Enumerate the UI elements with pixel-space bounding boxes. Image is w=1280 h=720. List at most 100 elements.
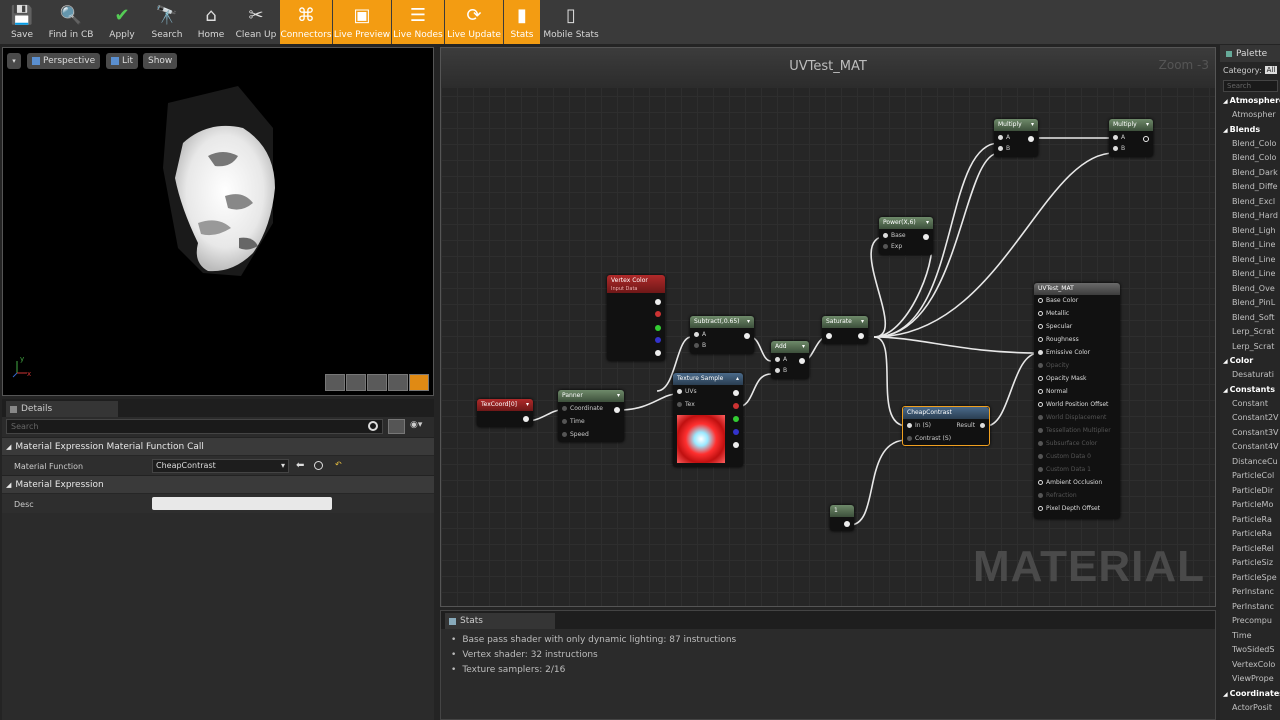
output-pin-a[interactable]	[655, 350, 661, 356]
input-pin[interactable]	[826, 333, 832, 339]
connectors-button[interactable]: ⌘ Connectors	[280, 0, 332, 44]
pin-base[interactable]: Base	[883, 232, 906, 239]
pin-b[interactable]: B	[775, 367, 787, 374]
palette-item[interactable]: Precompu	[1220, 614, 1280, 629]
palette-item[interactable]: ParticleRa	[1220, 527, 1280, 542]
power-node[interactable]: Power(X,6) ▾ Base Exp	[879, 217, 933, 255]
live-preview-button[interactable]: ▣ Live Preview	[333, 0, 391, 44]
output-pin-result[interactable]: Result	[957, 422, 985, 429]
vertex-color-node[interactable]: Vertex Color Input Data	[607, 275, 665, 361]
palette-item[interactable]: Blend_Colo	[1220, 151, 1280, 166]
output-pin-g[interactable]	[733, 416, 739, 422]
palette-group-header[interactable]: ◢ Coordinates	[1220, 687, 1280, 701]
apply-button[interactable]: ✔ Apply	[100, 0, 144, 44]
details-search-input[interactable]: Search	[6, 419, 383, 434]
palette-group-header[interactable]: ◢ Constants	[1220, 383, 1280, 397]
live-nodes-button[interactable]: ☰ Live Nodes	[392, 0, 444, 44]
palette-item[interactable]: Constant	[1220, 397, 1280, 412]
pin-b[interactable]: B	[1113, 145, 1125, 152]
pin-exp[interactable]: Exp	[883, 243, 902, 250]
palette-item[interactable]: DistanceCu	[1220, 455, 1280, 470]
result-pin-normal[interactable]: Normal	[1038, 388, 1068, 395]
find-in-cb-button[interactable]: 🔍 Find in CB	[43, 0, 99, 44]
palette-item[interactable]: ParticleSpe	[1220, 571, 1280, 586]
result-pin-base-color[interactable]: Base Color	[1038, 297, 1078, 304]
add-node[interactable]: Add ▾ A B	[771, 341, 809, 379]
palette-search-input[interactable]: Search	[1223, 80, 1278, 92]
pin-uvs[interactable]: UVs	[677, 388, 697, 395]
palette-item[interactable]: TwoSidedS	[1220, 643, 1280, 658]
pin-a[interactable]: A	[1113, 134, 1125, 141]
palette-item[interactable]: Blend_Excl	[1220, 195, 1280, 210]
output-pin[interactable]	[923, 234, 929, 240]
result-pin-specular[interactable]: Specular	[1038, 323, 1072, 330]
palette-item[interactable]: Blend_Ove	[1220, 282, 1280, 297]
palette-item[interactable]: ParticleDir	[1220, 484, 1280, 499]
output-pin-b[interactable]	[655, 337, 661, 343]
reset-to-default-icon[interactable]: ↶	[335, 460, 342, 469]
custom-mesh-icon[interactable]	[409, 374, 429, 391]
palette-item[interactable]: ViewPrope	[1220, 672, 1280, 687]
output-pin-g[interactable]	[655, 325, 661, 331]
multiply-node-1[interactable]: Multiply ▾ A B	[994, 119, 1038, 157]
preview-viewport[interactable]: ▾ Perspective Lit Show y x	[2, 47, 434, 396]
output-pin-r[interactable]	[733, 403, 739, 409]
clean-up-button[interactable]: ✂ Clean Up	[233, 0, 279, 44]
palette-group-header[interactable]: ◢ Blends	[1220, 123, 1280, 137]
pin-a[interactable]: A	[775, 356, 787, 363]
texture-sample-node[interactable]: Texture Sample ▴ UVs Tex	[673, 373, 743, 467]
output-pin-r[interactable]	[655, 311, 661, 317]
palette-item[interactable]: Desaturati	[1220, 368, 1280, 383]
palette-item[interactable]: Blend_Line	[1220, 267, 1280, 282]
output-pin-b[interactable]	[733, 429, 739, 435]
palette-item[interactable]: PerInstanc	[1220, 585, 1280, 600]
texcoord-node[interactable]: TexCoord[0] ▾	[477, 399, 533, 427]
result-pin-ambient-occlusion[interactable]: Ambient Occlusion	[1038, 479, 1102, 486]
palette-item[interactable]: PerInstanc	[1220, 600, 1280, 615]
pin-tex[interactable]: Tex	[677, 401, 695, 408]
save-button[interactable]: 💾 Save	[2, 0, 42, 44]
pin-time[interactable]: Time	[562, 418, 585, 425]
pin-b[interactable]: B	[694, 342, 706, 349]
cylinder-shape-icon[interactable]	[325, 374, 345, 391]
pin-coordinate[interactable]: Coordinate	[562, 405, 603, 412]
output-pin[interactable]	[799, 358, 805, 364]
output-pin[interactable]	[744, 333, 750, 339]
pin-a[interactable]: A	[998, 134, 1010, 141]
live-update-button[interactable]: ⟳ Live Update	[445, 0, 503, 44]
stats-tab[interactable]: Stats	[445, 613, 555, 629]
result-pin-emissive-color[interactable]: Emissive Color	[1038, 349, 1090, 356]
palette-item[interactable]: Lerp_Scrat	[1220, 340, 1280, 355]
result-pin-opacity-mask[interactable]: Opacity Mask	[1038, 375, 1086, 382]
eye-visibility-icon[interactable]: ◉▾	[410, 420, 422, 430]
palette-group-header[interactable]: ◢ Atmosphere	[1220, 94, 1280, 108]
panner-node[interactable]: Panner ▾ Coordinate Time Speed	[558, 390, 624, 442]
output-pin-rgb[interactable]	[655, 299, 661, 305]
material-graph[interactable]: UVTest_MAT Zoom -3 MATERIAL Vertex Color	[440, 47, 1216, 607]
palette-item[interactable]: Atmospher	[1220, 108, 1280, 123]
palette-item[interactable]: Blend_Ligh	[1220, 224, 1280, 239]
palette-item[interactable]: ActorPosit	[1220, 701, 1280, 716]
constant-node[interactable]: 1	[830, 505, 854, 531]
material-expression-category[interactable]: ◢ Material Expression	[2, 475, 434, 493]
stats-button[interactable]: ▮ Stats	[504, 0, 540, 44]
output-pin[interactable]	[1028, 136, 1034, 142]
result-pin-world-position-offset[interactable]: World Position Offset	[1038, 401, 1108, 408]
output-pin-a[interactable]	[733, 442, 739, 448]
palette-tab[interactable]: Palette	[1220, 45, 1280, 62]
palette-item[interactable]: Blend_Soft	[1220, 311, 1280, 326]
palette-item[interactable]: Time	[1220, 629, 1280, 644]
result-pin-metallic[interactable]: Metallic	[1038, 310, 1069, 317]
sphere-shape-icon[interactable]	[346, 374, 366, 391]
category-dropdown[interactable]: All	[1264, 66, 1278, 74]
palette-item[interactable]: Blend_Line	[1220, 238, 1280, 253]
multiply-node-2[interactable]: Multiply ▾ A B	[1109, 119, 1153, 157]
details-tab[interactable]: Details	[6, 401, 118, 417]
mobile-stats-button[interactable]: ▯ Mobile Stats	[541, 0, 601, 44]
home-button[interactable]: ⌂ Home	[190, 0, 232, 44]
palette-item[interactable]: Constant2V	[1220, 411, 1280, 426]
palette-item[interactable]: ParticleRa	[1220, 513, 1280, 528]
palette-item[interactable]: Blend_Dark	[1220, 166, 1280, 181]
palette-item[interactable]: ParticleMo	[1220, 498, 1280, 513]
result-pin-pixel-depth-offset[interactable]: Pixel Depth Offset	[1038, 505, 1100, 512]
